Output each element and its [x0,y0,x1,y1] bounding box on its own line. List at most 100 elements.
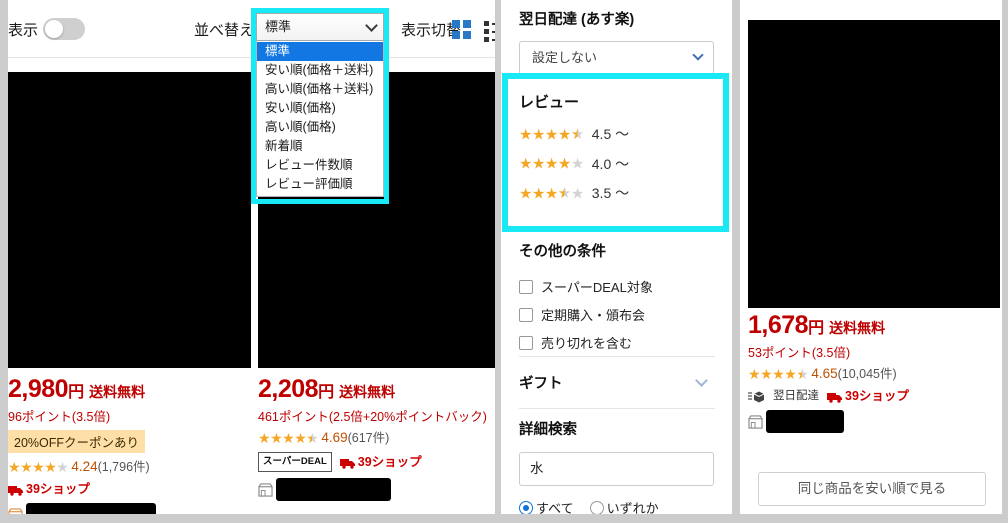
review-option-label: 4.5 〜 [591,126,630,143]
gift-title: ギフト [519,375,563,392]
product-price: 2,980 [8,375,69,403]
sort-option[interactable]: 標準 [257,42,383,61]
review-count: (617件) [347,431,390,445]
featured-product-info: 1,678円 送料無料 53ポイント(3.5倍) ★★★★★ 4.65(10,045… [748,313,996,434]
shop-link-row[interactable] [748,410,996,434]
detail-search-value: 水 [530,461,544,476]
nextday-select-value: 設定しない [532,50,598,65]
sort-option[interactable]: レビュー件数順 [257,156,383,175]
sort-options-list[interactable]: 標準 安い順(価格＋送料) 高い順(価格＋送料) 安い順(価格) 高い順(価格)… [256,41,384,197]
points-label: 53ポイント(3.5倍) [748,346,851,360]
product-image[interactable] [8,72,251,368]
nextday-select[interactable]: 設定しない [519,41,714,75]
chevron-down-icon [695,373,708,387]
chevron-down-icon [365,19,378,32]
review-filter-option[interactable]: ★★★★★ 3.5 〜 [519,185,712,202]
review-count: (1,796件) [97,460,150,474]
star-rating-icon: ★★★★★ [519,184,584,202]
sort-option[interactable]: 安い順(価格) [257,99,383,118]
checkbox-icon[interactable] [519,335,533,350]
product-card[interactable]: 2,980円 送料無料 96ポイント(3.5倍) 20%OFFクーポンあり ★★★… [8,59,251,514]
review-filter-option[interactable]: ★★★★★ 4.5 〜 [519,126,712,143]
super-deal-badge: スーパーDEAL [258,452,332,473]
product-card-list: 2,980円 送料無料 96ポイント(3.5倍) 20%OFFクーポンあり ★★★… [8,59,495,514]
sort-option[interactable]: 高い順(価格) [257,118,383,137]
checkbox-row-super-deal[interactable]: スーパーDEAL対象 [519,277,714,296]
radio-all-label: すべて [536,501,574,514]
store-icon [258,483,273,497]
star-rating-icon: ★★★★★ [258,430,319,446]
list-view-icon[interactable] [484,21,495,42]
truck-icon [8,485,23,496]
shop39-badge: 39ショップ [8,481,90,497]
nextday-title: 翌日配達 (あす楽) [519,12,635,28]
checkbox-icon[interactable] [519,279,533,294]
shop-badge-row: 39ショップ [8,481,251,497]
checkbox-row-subscription[interactable]: 定期購入・頒布会 [519,305,714,324]
checkbox-icon[interactable] [519,307,533,322]
display-toggle[interactable] [43,18,85,40]
review-option-label: 3.5 〜 [591,184,630,201]
price-line: 1,678円 送料無料 [748,313,996,338]
filter-sidebar: 翌日配達 (あす楽) 設定しない レビュー ★★★★★ 4.5 〜 ★★★★★ 4.… [501,0,732,514]
price-currency: 円 [808,320,825,337]
detail-search-radio-group: すべて いずれか [519,498,714,514]
other-conditions-title: その他の条件 [519,244,606,260]
toggle-knob [45,20,63,38]
gift-filter-section[interactable]: ギフト [501,356,732,408]
radio-any-label: いずれか [606,501,659,514]
points-label: 96ポイント(3.5倍) [8,410,111,424]
detail-search-input[interactable]: 水 [519,452,714,486]
sort-option[interactable]: 安い順(価格＋送料) [257,61,383,80]
sort-select[interactable]: 標準 [256,13,384,41]
grid-view-icon[interactable] [452,20,471,39]
shop-name-redacted [766,410,844,434]
star-rating-icon: ★★★★★ [748,366,809,382]
checkbox-label: 定期購入・頒布会 [541,308,646,323]
shop-badge-row: スーパーDEAL 39ショップ [258,452,495,473]
sort-option[interactable]: 高い順(価格＋送料) [257,80,383,99]
detail-search-title: 詳細検索 [519,422,577,438]
coupon-badge: 20%OFFクーポンあり [8,430,146,453]
sort-label: 並べ替え [194,22,255,39]
sort-select-value: 標準 [265,19,292,34]
compare-cheapest-button[interactable]: 同じ商品を安い順で見る [758,472,986,506]
sort-option[interactable]: レビュー評価順 [257,175,383,194]
shop-name-redacted [276,478,391,502]
star-rating-icon: ★★★★★ [519,155,584,173]
shop-link-row[interactable] [258,478,495,502]
checkbox-label: スーパーDEAL対象 [541,280,653,295]
review-filter-option[interactable]: ★★★★★ 4.0 〜 [519,155,712,173]
screenshot-root: 表示 並べ替え 表示切替 標準 標準 安い順(価格＋送料) 高い順(価格＋送料)… [0,0,1008,523]
nextday-filter-section: 翌日配達 (あす楽) 設定しない [501,8,732,75]
results-toolbar: 表示 並べ替え 表示切替 [8,0,495,58]
featured-product-pane: 1,678円 送料無料 53ポイント(3.5倍) ★★★★★ 4.65(10,045… [740,0,1002,514]
sort-option[interactable]: 新着順 [257,137,383,156]
other-filter-section: その他の条件 スーパーDEAL対象 定期購入・頒布会 売り切れを含む [501,240,732,361]
product-info: 2,980円 送料無料 96ポイント(3.5倍) 20%OFFクーポンあり ★★★… [8,377,251,514]
checkbox-label: 売り切れを含む [541,336,633,351]
detail-search-section: 詳細検索 水 すべて いずれか [501,418,732,514]
featured-product-image[interactable] [748,20,1000,308]
shop-badge-row: 翌日配達 39ショップ [748,388,996,404]
price-line: 2,980円 送料無料 [8,377,251,402]
shipping-label: 送料無料 [829,320,886,336]
shop39-label: 39ショップ [845,389,909,404]
shop39-badge: 39ショップ [339,454,422,470]
shop39-label: 39ショップ [26,482,90,497]
checkbox-row-soldout[interactable]: 売り切れを含む [519,333,714,352]
points-label: 461ポイント(2.5倍+20%ポイントバック) [258,410,487,424]
radio-all[interactable] [519,500,533,514]
box-icon [748,391,765,403]
display-label: 表示 [8,22,39,39]
shop-link-row[interactable] [8,503,251,514]
price-currency: 円 [68,384,85,401]
chevron-down-icon [692,49,704,61]
store-icon [748,415,763,429]
shop39-label: 39ショップ [357,455,422,470]
rating-line: ★★★★★ 4.69(617件) [258,430,495,446]
shop-name-redacted [26,503,156,514]
radio-any[interactable] [589,500,604,514]
divider [519,408,715,409]
review-title: レビュー [519,94,580,111]
